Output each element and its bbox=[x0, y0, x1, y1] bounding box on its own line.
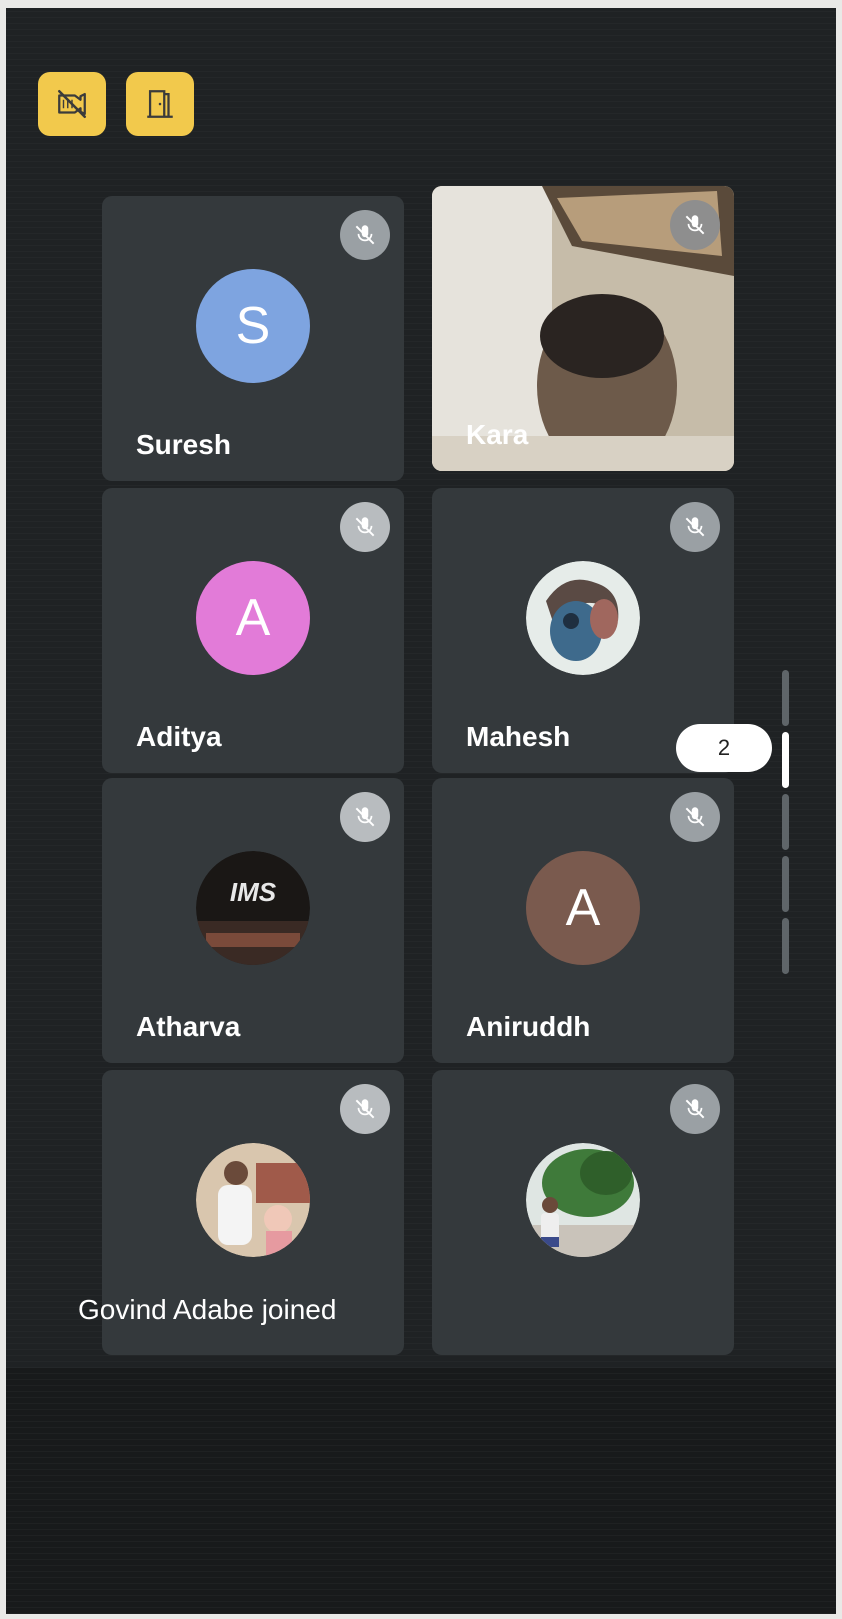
participant-video-tile[interactable]: Kara bbox=[432, 186, 734, 471]
mic-off-icon bbox=[670, 502, 720, 552]
participant-name: Kara bbox=[466, 419, 529, 450]
bottom-bar bbox=[6, 1368, 836, 1614]
avatar: A bbox=[526, 850, 640, 965]
participant-name: Aditya bbox=[136, 721, 222, 752]
join-notification: Govind Adabe joined bbox=[78, 1294, 337, 1325]
scroll-segment bbox=[782, 670, 789, 726]
mic-off-icon bbox=[340, 1084, 390, 1134]
avatar-logo-text: IMS bbox=[230, 877, 277, 907]
participant-tile[interactable]: IMS Atharva bbox=[102, 778, 404, 1063]
page-scrollbar[interactable] bbox=[782, 670, 789, 974]
scroll-segment-active bbox=[782, 732, 789, 788]
avatar-photo bbox=[526, 1142, 640, 1257]
mic-off-icon bbox=[670, 200, 720, 250]
mic-off-icon bbox=[670, 1084, 720, 1134]
avatar-photo: IMS bbox=[196, 850, 310, 965]
meeting-screen: S Suresh Kara A Aditya Mahesh IMS Atharv… bbox=[6, 8, 836, 1614]
camera-off-icon bbox=[57, 89, 87, 119]
mic-off-icon bbox=[340, 502, 390, 552]
exit-door-icon bbox=[147, 90, 173, 118]
scroll-segment bbox=[782, 794, 789, 850]
participant-tile[interactable]: A Aniruddh bbox=[432, 778, 734, 1063]
participant-tile[interactable] bbox=[432, 1070, 734, 1355]
participant-tile[interactable]: S Suresh bbox=[102, 196, 404, 481]
participant-tile[interactable]: A Aditya bbox=[102, 488, 404, 773]
page-number: 2 bbox=[717, 735, 731, 760]
camera-off-button[interactable] bbox=[38, 72, 106, 136]
avatar: S bbox=[196, 268, 310, 383]
mic-off-icon bbox=[340, 210, 390, 260]
avatar-photo bbox=[526, 560, 640, 675]
mic-off-icon bbox=[340, 792, 390, 842]
scroll-segment bbox=[782, 856, 789, 912]
avatar-initial: S bbox=[235, 296, 271, 355]
avatar-initial: A bbox=[565, 878, 601, 937]
avatar-photo bbox=[196, 1142, 310, 1257]
avatar-initial: A bbox=[235, 588, 271, 647]
participant-name: Aniruddh bbox=[466, 1011, 591, 1042]
participant-name: Atharva bbox=[136, 1011, 241, 1042]
participant-grid: S Suresh Kara A Aditya Mahesh IMS Atharv… bbox=[102, 186, 734, 1356]
participant-name: Mahesh bbox=[466, 721, 571, 752]
leave-button[interactable] bbox=[126, 72, 194, 136]
mic-off-icon bbox=[670, 792, 720, 842]
scroll-segment bbox=[782, 918, 789, 974]
participant-name: Suresh bbox=[136, 429, 231, 460]
page-indicator[interactable]: 2 bbox=[676, 724, 772, 772]
avatar: A bbox=[196, 560, 310, 675]
